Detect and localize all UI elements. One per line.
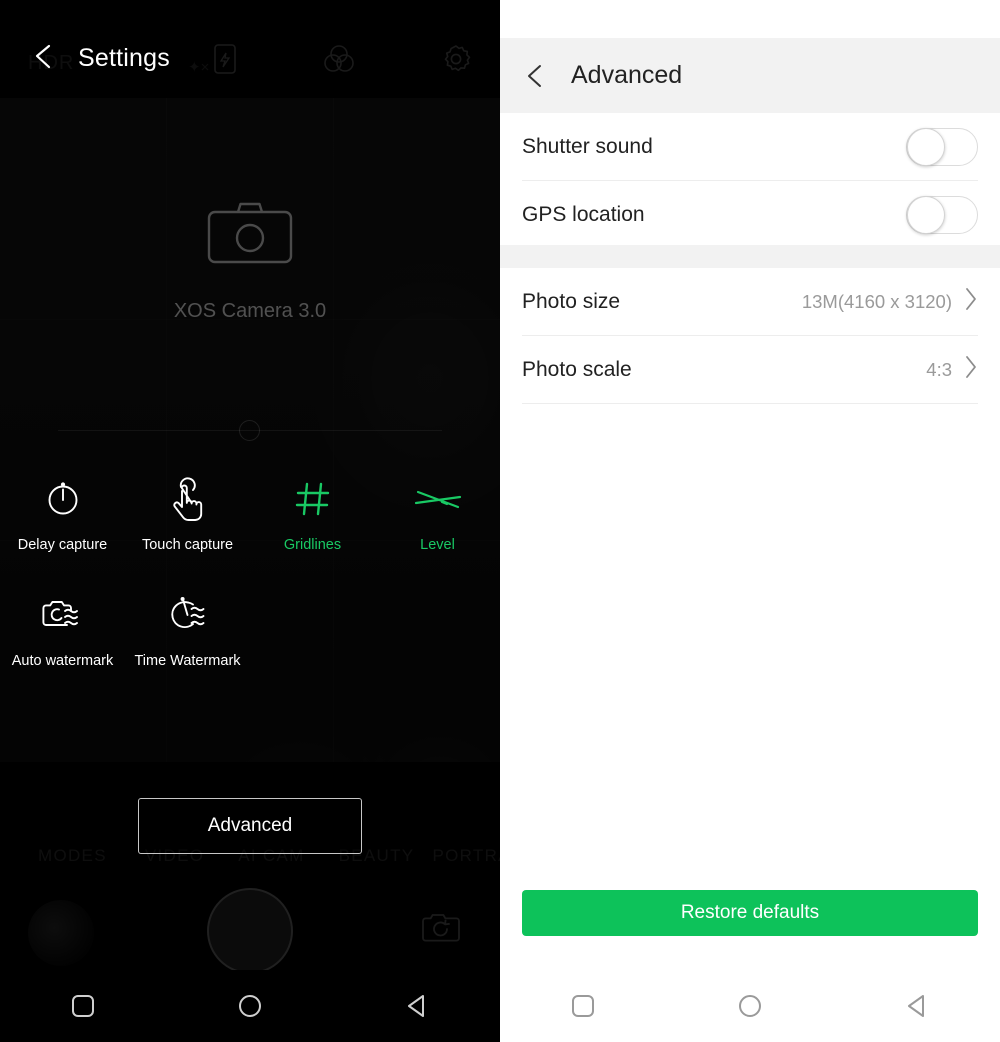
setting-row-gps-location[interactable]: GPS location	[522, 181, 978, 249]
feature-label: Time Watermark	[134, 653, 241, 669]
restore-defaults-button[interactable]: Restore defaults	[522, 890, 978, 936]
feature-auto-watermark[interactable]: Auto watermark	[0, 591, 125, 669]
mode-item[interactable]: PORTRAIT	[432, 846, 500, 866]
recents-square-icon[interactable]	[553, 981, 613, 1031]
advanced-settings-panel: Advanced Shutter sound GPS location Phot…	[500, 0, 1000, 1042]
clock-watermark-icon	[166, 591, 210, 639]
page-title: Advanced	[571, 61, 683, 89]
back-triangle-icon[interactable]	[887, 981, 947, 1031]
chevron-left-icon	[35, 44, 51, 69]
feature-row-1: Delay capture Touch capture Gridlines Le…	[0, 475, 500, 553]
camera-settings-header: HDR ✦× Settings	[0, 0, 500, 98]
advanced-header: Advanced	[500, 38, 1000, 113]
chevron-left-icon	[528, 64, 541, 87]
feature-delay-capture[interactable]: Delay capture	[0, 475, 125, 553]
recents-square-icon[interactable]	[53, 981, 113, 1031]
ghost-ai-label: ✦×	[188, 59, 210, 76]
status-bar	[500, 0, 1000, 38]
camera-brand-block: XOS Camera 3.0	[0, 200, 500, 323]
feature-label: Auto watermark	[11, 653, 114, 669]
feature-label: Gridlines	[283, 537, 342, 553]
touch-hand-icon	[168, 475, 208, 523]
advanced-button[interactable]: Advanced	[138, 798, 362, 854]
gear-icon[interactable]	[440, 43, 472, 80]
feature-slot-empty-1	[250, 591, 375, 669]
chevron-right-icon	[964, 287, 978, 316]
phone-flash-icon[interactable]	[212, 43, 238, 80]
camera-header-icons	[212, 43, 472, 80]
level-line-icon	[414, 475, 462, 523]
capture-controls	[0, 880, 500, 980]
feature-grid: Delay capture Touch capture Gridlines Le…	[0, 475, 500, 707]
feature-label: Touch capture	[141, 537, 234, 553]
setting-label: GPS location	[522, 202, 645, 226]
page-title: Settings	[78, 44, 170, 72]
back-button[interactable]	[523, 63, 547, 89]
setting-row-shutter-sound[interactable]: Shutter sound	[522, 113, 978, 181]
toggle-knob	[907, 127, 945, 166]
mode-item[interactable]: MODES	[38, 846, 107, 866]
color-filter-icon[interactable]	[322, 44, 356, 79]
home-circle-icon[interactable]	[220, 981, 280, 1031]
back-button[interactable]	[30, 42, 58, 70]
dual-screenshot: HDR ✦× Settings XOS Camera 3.0 Delay cap…	[0, 0, 1000, 1042]
feature-label: Level	[420, 537, 455, 553]
feature-slot-empty-2	[375, 591, 500, 669]
shutter-sound-toggle[interactable]	[906, 127, 978, 166]
settings-group-values: Photo size 13M(4160 x 3120) Photo scale …	[500, 268, 1000, 404]
setting-label: Shutter sound	[522, 134, 653, 158]
setting-value: 4:3	[926, 358, 952, 380]
grid-hash-icon	[293, 475, 333, 523]
toggle-knob	[907, 195, 945, 234]
setting-value: 13M(4160 x 3120)	[801, 290, 952, 312]
setting-row-photo-size[interactable]: Photo size 13M(4160 x 3120)	[522, 268, 978, 336]
camera-watermark-icon	[41, 591, 85, 639]
android-navbar-left	[0, 970, 500, 1042]
back-triangle-icon[interactable]	[387, 981, 447, 1031]
camera-brand-label: XOS Camera 3.0	[173, 300, 327, 322]
settings-group-toggles: Shutter sound GPS location	[500, 113, 1000, 249]
feature-gridlines[interactable]: Gridlines	[250, 475, 375, 553]
chevron-right-icon	[964, 355, 978, 384]
setting-label: Photo scale	[522, 357, 632, 381]
feature-level[interactable]: Level	[375, 475, 500, 553]
feature-touch-capture[interactable]: Touch capture	[125, 475, 250, 553]
feature-row-2: Auto watermark Time Watermark	[0, 591, 500, 669]
group-separator	[500, 245, 1000, 268]
camera-icon	[207, 202, 293, 264]
zoom-slider-knob[interactable]	[239, 420, 260, 441]
camera-settings-panel: HDR ✦× Settings XOS Camera 3.0 Delay cap…	[0, 0, 500, 1042]
feature-label: Delay capture	[17, 537, 108, 553]
timer-icon	[43, 475, 83, 523]
setting-row-photo-scale[interactable]: Photo scale 4:3	[522, 336, 978, 404]
gps-location-toggle[interactable]	[906, 195, 978, 234]
feature-time-watermark[interactable]: Time Watermark	[125, 591, 250, 669]
home-circle-icon[interactable]	[720, 981, 780, 1031]
android-navbar-right	[500, 970, 1000, 1042]
setting-label: Photo size	[522, 289, 621, 313]
